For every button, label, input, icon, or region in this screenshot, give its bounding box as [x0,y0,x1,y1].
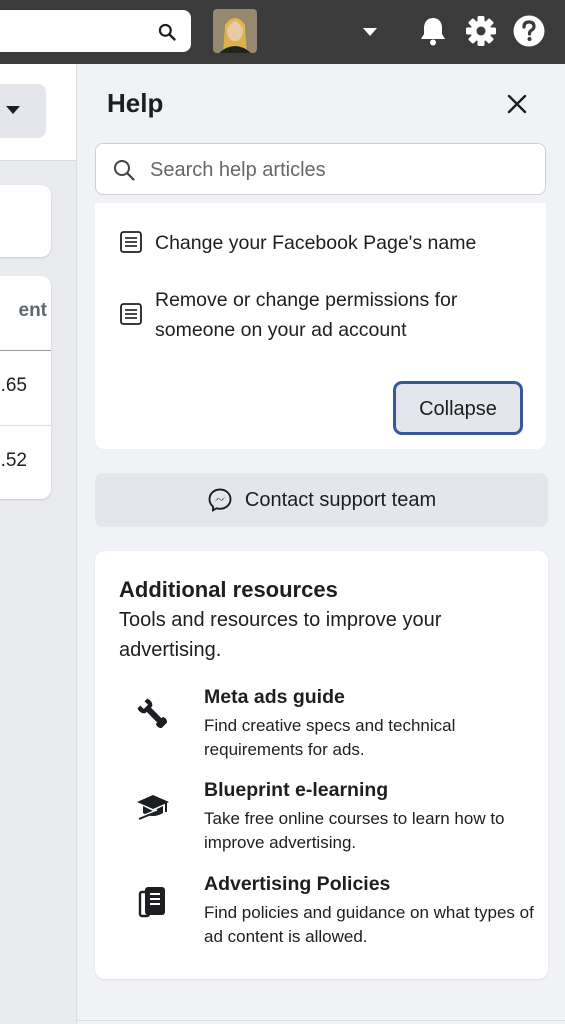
article-icon [120,231,142,253]
divider [76,1020,565,1021]
global-search-input[interactable] [0,10,191,52]
article-title: Remove or change permissions for someone… [155,289,458,341]
graduation-cap-icon [137,795,169,820]
wrench-icon [137,698,168,729]
help-article-link[interactable]: Change your Facebook Page's name [119,228,535,258]
messenger-icon [208,488,232,512]
resource-title: Advertising Policies [204,873,391,895]
panel-title: Help [107,88,164,118]
help-panel: Help Change your Facebook Page's name Re… [76,64,565,1024]
bell-icon[interactable] [416,14,450,48]
additional-resources-card: Additional resources Tools and resources… [95,551,548,979]
resources-title: Additional resources [119,577,338,602]
top-bar [0,0,565,64]
column-header[interactable]: ent [19,300,48,322]
caret-down-icon[interactable] [360,22,380,42]
main-content-partial: ent .65 .52 [0,64,76,1024]
table-cell: .65 [0,375,27,396]
data-table: ent .65 .52 [0,276,51,499]
avatar[interactable] [213,9,257,53]
policy-book-icon [138,887,165,918]
contact-support-label: Contact support team [244,488,437,511]
collapse-button[interactable]: Collapse [393,381,523,435]
resources-subtitle: Tools and resources to improve your adve… [119,609,442,661]
resource-title: Meta ads guide [204,686,345,708]
help-search-field[interactable] [95,143,546,195]
search-icon [114,160,135,181]
table-row[interactable]: .52 [0,426,51,499]
resource-description: Find creative specs and technical requir… [204,716,456,759]
search-icon[interactable] [157,22,177,42]
table-header: ent [0,276,51,351]
table-cell: .52 [0,450,27,471]
article-title: Change your Facebook Page's name [155,232,477,254]
contact-support-button[interactable]: Contact support team [95,473,548,527]
help-search-input[interactable] [148,154,532,186]
resource-description: Find policies and guidance on what types… [204,903,534,946]
caret-down-icon [6,106,20,114]
gear-icon[interactable] [463,13,499,49]
summary-card [0,185,51,257]
table-row[interactable]: .65 [0,351,51,426]
help-articles-list: Change your Facebook Page's name Remove … [95,203,546,449]
account-dropdown[interactable] [0,84,46,138]
resource-description: Take free online courses to learn how to… [204,809,505,852]
help-article-link[interactable]: Remove or change permissions for someone… [119,285,505,345]
article-icon [120,303,142,325]
help-icon[interactable] [511,13,547,49]
content-header [0,64,76,161]
resource-title: Blueprint e-learning [204,779,389,801]
close-icon[interactable] [505,92,529,116]
